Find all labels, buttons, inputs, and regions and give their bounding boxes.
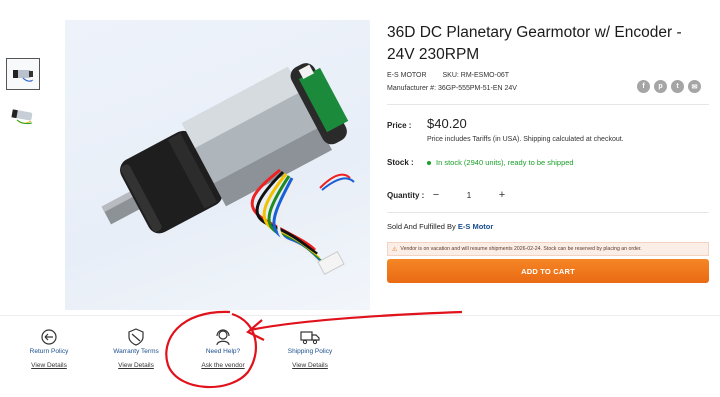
vacation-notice: ⚠ Vendor is on vacation and will resume … [387, 242, 709, 256]
vacation-notice-text: Vendor is on vacation and will resume sh… [400, 246, 642, 252]
policy-help: Need Help? Ask the vendor [193, 328, 253, 369]
sold-by-label: Sold And Fulfilled By [387, 222, 456, 231]
quantity-stepper: − 1 + [427, 184, 511, 206]
product-title: 36D DC Planetary Gearmotor w/ Encoder - … [387, 24, 682, 63]
warning-icon: ⚠ [392, 246, 398, 253]
divider [387, 212, 709, 213]
facebook-icon[interactable]: f [637, 80, 650, 93]
headset-icon [216, 329, 230, 346]
sold-by: Sold And Fulfilled By E-S Motor [387, 222, 493, 231]
truck-icon [300, 331, 320, 345]
price-value: $40.20 [427, 116, 467, 131]
thumbnail-list [6, 58, 42, 142]
email-icon[interactable]: ✉ [688, 80, 701, 93]
quantity-increase-button[interactable]: + [493, 189, 511, 201]
vendor-link[interactable]: E-S Motor [458, 222, 493, 231]
stock-dot-icon [427, 161, 431, 166]
policy-shipping: Shipping Policy View Details [280, 328, 340, 369]
twitter-icon[interactable]: t [671, 80, 684, 93]
policy-row: Return Policy View Details Warranty Term… [0, 315, 720, 385]
price-note: Price includes Tariffs (in USA). Shippin… [427, 136, 624, 143]
policy-title: Need Help? [205, 348, 241, 355]
brand-label: E-S MOTOR [387, 72, 427, 79]
shield-icon [128, 328, 144, 346]
return-icon [41, 329, 57, 345]
divider [387, 104, 709, 105]
view-details-link[interactable]: View Details [19, 362, 79, 369]
stock-text: In stock (2940 units), ready to be shipp… [436, 158, 574, 167]
stock-status: In stock (2940 units), ready to be shipp… [427, 158, 574, 167]
add-to-cart-button[interactable]: ADD TO CART [387, 259, 709, 283]
thumbnail-image-1[interactable] [6, 58, 40, 90]
stock-label: Stock : [387, 158, 414, 167]
price-label: Price : [387, 121, 412, 130]
product-image[interactable] [65, 20, 370, 310]
policy-warranty: Warranty Terms View Details [106, 328, 166, 369]
pinterest-icon[interactable]: p [654, 80, 667, 93]
sku-label: SKU: RM-ESMO-06T [442, 72, 510, 79]
share-buttons: f p t ✉ [637, 80, 701, 93]
thumbnail-image-2[interactable] [6, 100, 40, 132]
policy-title: Return Policy [29, 348, 69, 355]
ask-vendor-link[interactable]: Ask the vendor [193, 362, 253, 369]
policy-title: Warranty Terms [113, 348, 159, 355]
quantity-decrease-button[interactable]: − [427, 189, 445, 201]
view-details-link[interactable]: View Details [106, 362, 166, 369]
view-details-link[interactable]: View Details [280, 362, 340, 369]
product-meta: E-S MOTOR SKU: RM-ESMO-06T [387, 72, 509, 79]
policy-return: Return Policy View Details [19, 328, 79, 369]
manufacturer-label: Manufacturer #: 36GP-555PM-51-EN 24V [387, 85, 517, 92]
policy-title: Shipping Policy [287, 348, 333, 355]
quantity-label: Quantity : [387, 191, 425, 200]
quantity-input[interactable]: 1 [449, 191, 489, 200]
